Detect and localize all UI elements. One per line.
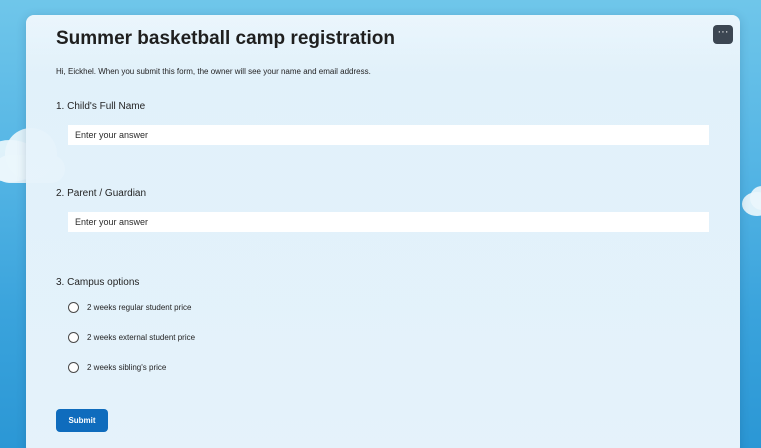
option-regular-student-price[interactable]: 2 weeks regular student price (68, 302, 192, 313)
question-label: 1. Child's Full Name (56, 101, 146, 112)
parent-guardian-input[interactable] (68, 212, 709, 232)
question-parent-guardian: 2. Parent / Guardian (56, 188, 710, 232)
more-options-icon[interactable]: ··· (713, 25, 733, 44)
option-label: 2 weeks external student price (87, 333, 196, 342)
form-title: Summer basketball camp registration (56, 28, 395, 49)
option-label: 2 weeks sibling's price (87, 363, 167, 372)
question-child-full-name: 1. Child's Full Name (56, 101, 710, 145)
option-external-student-price[interactable]: 2 weeks external student price (68, 332, 195, 343)
radio-button-icon[interactable] (68, 332, 79, 343)
question-campus-options: 3. Campus options 2 weeks regular studen… (56, 277, 710, 373)
form-card: ··· Summer basketball camp registration … (26, 15, 740, 448)
question-label: 2. Parent / Guardian (56, 188, 147, 199)
submit-button[interactable]: Submit (56, 409, 108, 432)
option-sibling-price[interactable]: 2 weeks sibling's price (68, 362, 166, 373)
question-label: 3. Campus options (56, 277, 140, 288)
intro-text: Hi, Eickhel. When you submit this form, … (56, 67, 371, 76)
option-label: 2 weeks regular student price (87, 303, 192, 312)
radio-button-icon[interactable] (68, 302, 79, 313)
radio-button-icon[interactable] (68, 362, 79, 373)
child-full-name-input[interactable] (68, 125, 709, 145)
